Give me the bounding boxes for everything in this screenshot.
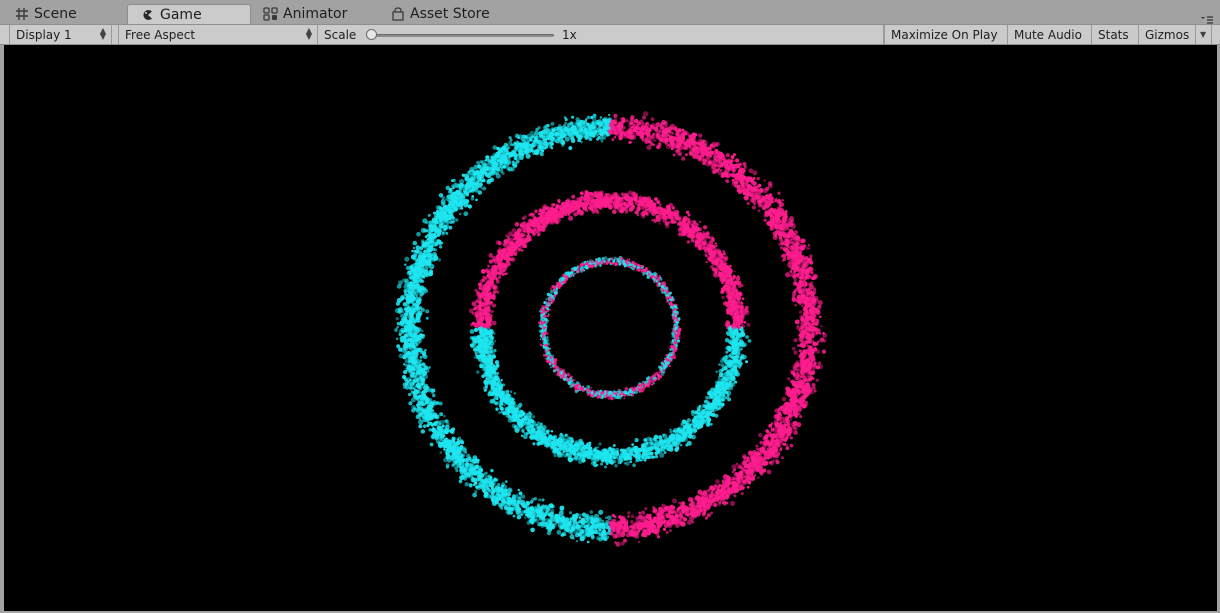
tab-label: Animator	[283, 6, 348, 22]
gizmos-dropdown-arrow[interactable]: ▼	[1196, 25, 1212, 44]
particle-rings	[394, 111, 828, 547]
mute-audio-toggle[interactable]: Mute Audio	[1008, 25, 1092, 44]
mute-audio-label: Mute Audio	[1014, 27, 1082, 42]
tab-strip: Scene Game Animator Asset Store	[0, 0, 1220, 24]
tab-scene[interactable]: Scene	[2, 4, 124, 24]
maximize-on-play-label: Maximize On Play	[891, 27, 998, 42]
asset-store-icon	[390, 6, 406, 22]
maximize-on-play-toggle[interactable]: Maximize On Play	[884, 25, 1008, 44]
tab-label: Asset Store	[410, 6, 490, 22]
scale-value: 1x	[562, 28, 577, 42]
stats-toggle[interactable]: Stats	[1092, 25, 1139, 44]
grid-icon	[14, 6, 30, 22]
outer-particle-ring	[394, 111, 828, 547]
game-viewport[interactable]	[4, 45, 1217, 611]
scale-control: Scale 1x	[318, 25, 884, 44]
game-toolbar: Display 1 ▲ ▼ Free Aspect ▲ ▼ Scale 1x Max…	[0, 24, 1220, 45]
chevron-down-icon: ▼	[1200, 30, 1207, 39]
tab-animator[interactable]: Animator	[251, 4, 381, 24]
gizmos-toggle[interactable]: Gizmos	[1139, 25, 1196, 44]
tab-game[interactable]: Game	[127, 4, 251, 24]
display-dropdown[interactable]: Display 1 ▲ ▼	[9, 25, 112, 44]
middle-particle-ring	[468, 190, 752, 469]
game-icon	[140, 7, 156, 23]
dropdown-arrows-icon: ▲ ▼	[99, 26, 106, 41]
scale-slider-thumb[interactable]	[366, 29, 377, 40]
gizmos-label: Gizmos	[1145, 27, 1190, 42]
aspect-dropdown[interactable]: Free Aspect ▲ ▼	[118, 25, 318, 44]
display-label: Display 1	[16, 27, 72, 42]
tab-label: Scene	[34, 6, 77, 22]
unity-game-window: Scene Game Animator Asset Store Display	[0, 0, 1220, 613]
tab-label: Game	[160, 6, 202, 23]
dropdown-arrows-icon: ▲ ▼	[305, 26, 312, 41]
animator-icon	[263, 6, 279, 22]
tab-asset-store[interactable]: Asset Store	[378, 4, 518, 24]
tab-menu-icon[interactable]	[1200, 10, 1214, 24]
scale-slider-track[interactable]	[366, 34, 554, 37]
inner-particle-ring	[537, 255, 682, 401]
scale-label: Scale	[324, 27, 357, 42]
aspect-label: Free Aspect	[125, 27, 196, 42]
stats-label: Stats	[1098, 27, 1129, 42]
